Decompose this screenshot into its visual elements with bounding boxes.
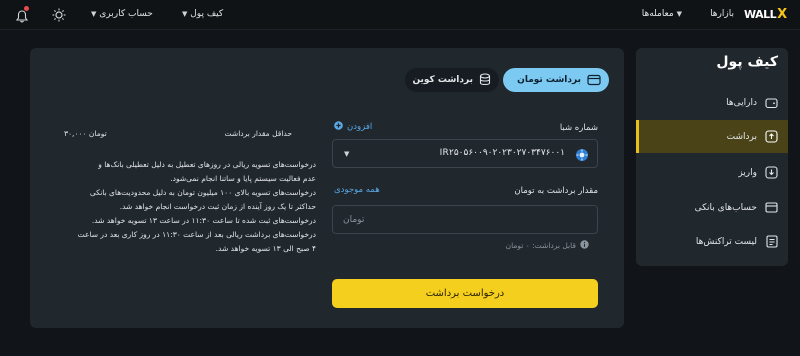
wallet-menu[interactable]: ▼ کیف پول: [182, 9, 223, 19]
sidebar-item-label: لیست تراکنش‌ها: [695, 236, 757, 247]
amount-input-field[interactable]: تومان: [332, 205, 598, 234]
sheba-label: شماره شبا: [559, 123, 598, 133]
coins-stack-icon: [479, 71, 491, 90]
theme-toggle-sun-icon[interactable]: [52, 7, 66, 22]
logo-text: WALL: [744, 7, 777, 21]
sheba-select[interactable]: ▼ IR۲۵۰۵۶۰۰۹۰۲۰۲۳۰۲۷۰۳۴۷۶۰۰۱: [332, 139, 598, 168]
note-line: حداکثر تا یک روز آینده از زمان ثبت درخوا…: [119, 202, 316, 211]
card-icon: [587, 71, 601, 90]
nav-trades-label: معامله‌ها: [641, 9, 674, 19]
add-label: افزودن: [347, 122, 373, 132]
notification-dot: [24, 6, 29, 11]
upload-icon: [765, 130, 778, 143]
info-icon: [580, 240, 589, 251]
account-menu-label: حساب کاربری: [99, 9, 153, 19]
sidebar-title: کیف پول: [716, 54, 778, 70]
brand-logo[interactable]: WALL X: [744, 6, 788, 22]
submit-withdraw-button[interactable]: درخواست برداشت: [332, 279, 598, 308]
wallet-menu-label: کیف پول: [190, 9, 224, 19]
sidebar-item-deposit[interactable]: واریز: [636, 156, 788, 189]
min-withdraw-label: حداقل مقدار برداشت: [224, 129, 292, 138]
wallet-sidebar: کیف پول دارایی‌ها برداشت واریز حساب‌های …: [636, 48, 788, 266]
add-sheba-link[interactable]: افزودن: [334, 121, 372, 133]
note-line: درخواست‌های تسویه ریالی در روزهای تعطیل …: [98, 160, 316, 169]
download-icon: [765, 166, 778, 179]
withdraw-notes: درخواست‌های تسویه ریالی در روزهای تعطیل …: [76, 158, 316, 256]
sidebar-item-bank-accounts[interactable]: حساب‌های بانکی: [636, 191, 788, 224]
sidebar-item-label: برداشت: [726, 131, 757, 142]
note-line: درخواست‌های برداشت ریالی بعد از ساعت ۱۱:…: [77, 230, 316, 239]
min-withdraw-value: ۳۰,۰۰۰ تومان: [64, 129, 107, 138]
tab-withdraw-coin[interactable]: برداشت کوین: [405, 68, 499, 92]
amount-label: مقدار برداشت به تومان: [514, 186, 598, 196]
bank-logo-icon: [575, 147, 589, 166]
chevron-down-icon: ▼: [676, 10, 682, 18]
chevron-down-icon: ▼: [344, 150, 350, 158]
sidebar-item-label: واریز: [738, 167, 757, 178]
account-menu[interactable]: ▼ حساب کاربری: [91, 9, 153, 19]
sidebar-item-label: حساب‌های بانکی: [694, 202, 757, 213]
sidebar-item-assets[interactable]: دارایی‌ها: [636, 86, 788, 119]
note-line: ۴ صبح الی ۱۳ تسویه خواهد شد.: [215, 244, 316, 253]
withdrawable-text: قابل برداشت: ۰ تومان: [505, 241, 576, 250]
note-line: درخواست‌های تسویه بالای ۱۰۰ میلیون تومان…: [89, 188, 316, 197]
notification-bell-icon[interactable]: [15, 6, 29, 23]
logo-mark: X: [777, 6, 788, 22]
amount-placeholder: تومان: [343, 215, 365, 225]
top-navigation-bar: WALL X بازارها معامله‌ها ▼ ▼ کیف پول ▼ ح…: [0, 0, 800, 30]
plus-circle-icon: [334, 121, 343, 133]
sidebar-item-withdraw[interactable]: برداشت: [636, 120, 788, 153]
nav-markets[interactable]: بازارها: [710, 9, 734, 19]
wallet-icon: [765, 96, 778, 109]
nav-trades[interactable]: معامله‌ها ▼: [642, 9, 682, 19]
sheba-value: IR۲۵۰۵۶۰۰۹۰۲۰۲۳۰۲۷۰۳۴۷۶۰۰۱: [439, 148, 565, 158]
tab-label: برداشت تومان: [517, 75, 581, 85]
chevron-down-icon: ▼: [182, 10, 188, 18]
tab-withdraw-toman[interactable]: برداشت تومان: [503, 68, 609, 92]
withdrawable-amount: قابل برداشت: ۰ تومان: [506, 240, 589, 251]
submit-label: درخواست برداشت: [425, 288, 505, 299]
sidebar-item-transactions[interactable]: لیست تراکنش‌ها: [636, 225, 788, 258]
chevron-down-icon: ▼: [91, 10, 97, 18]
note-line: درخواست‌های ثبت شده تا ساعت ۱۱:۳۰ در ساع…: [91, 216, 316, 225]
list-icon: [765, 235, 778, 248]
sidebar-item-label: دارایی‌ها: [726, 97, 757, 108]
card-icon: [765, 201, 778, 214]
tab-label: برداشت کوین: [412, 75, 473, 85]
note-line: عدم فعالیت سیستم پایا و ساتنا انجام نمی‌…: [170, 174, 316, 183]
all-balance-link[interactable]: همه موجودی: [334, 185, 380, 195]
